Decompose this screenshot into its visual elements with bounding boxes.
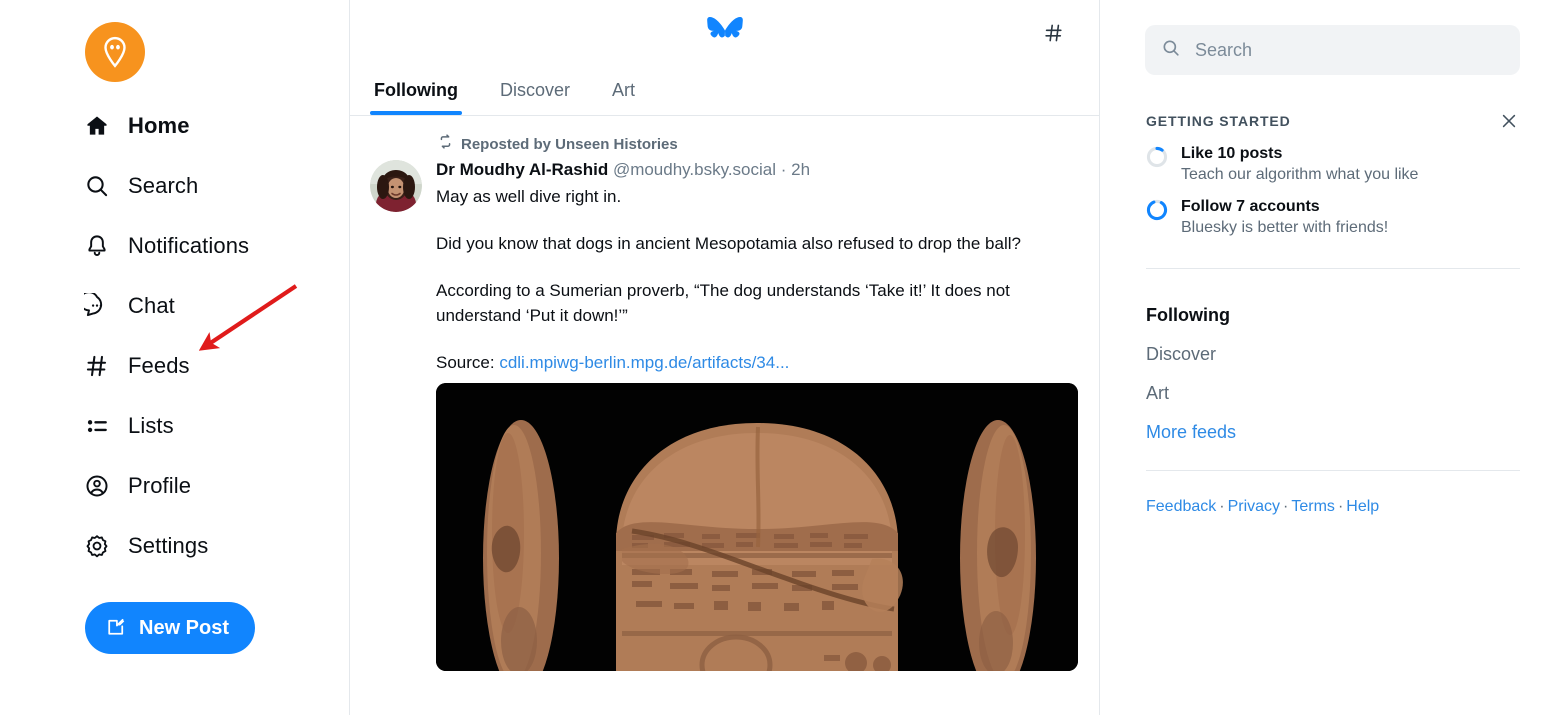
post-author-avatar[interactable] <box>370 160 422 212</box>
bluesky-butterfly-logo-icon <box>706 16 744 50</box>
sidebar-item-label: Feeds <box>128 353 190 378</box>
chat-bubble-icon <box>84 293 110 319</box>
getting-started-item-title: Follow 7 accounts <box>1181 198 1320 215</box>
tab-label: Following <box>374 80 458 100</box>
sidebar-item-label: Notifications <box>128 233 250 258</box>
source-label: Source: <box>436 353 495 372</box>
new-post-label: New Post <box>139 616 230 639</box>
source-link[interactable]: cdli.mpiwg-berlin.mpg.de/artifacts/34... <box>499 353 789 372</box>
post-main: Dr Moudhy Al-Rashid @moudhy.bsky.social … <box>370 158 1079 671</box>
new-post-button[interactable]: New Post <box>85 602 256 654</box>
footer-separator: · <box>1283 498 1289 515</box>
cuneiform-tablet-photo-icon <box>436 383 1078 671</box>
sidebar-item-chat[interactable]: Chat <box>84 282 334 330</box>
search-box[interactable] <box>1145 25 1520 75</box>
feeds-panel-item-art[interactable]: Art <box>1146 374 1520 413</box>
getting-started-item-text: Follow 7 accounts Bluesky is better with… <box>1181 196 1388 239</box>
gear-icon <box>84 533 110 559</box>
right-sidebar: GETTING STARTED <box>1100 0 1555 715</box>
home-icon <box>84 113 110 139</box>
sidebar-item-label: Home <box>128 113 190 138</box>
tab-label: Art <box>612 80 636 100</box>
sidebar-item-profile[interactable]: Profile <box>84 462 334 510</box>
getting-started-item-text: Like 10 posts Teach our algorithm what y… <box>1181 143 1418 186</box>
sidebar-item-home[interactable]: Home <box>84 102 334 150</box>
user-circle-icon <box>84 473 110 499</box>
sidebar-item-notifications[interactable]: Notifications <box>84 222 334 270</box>
post-body: Dr Moudhy Al-Rashid @moudhy.bsky.social … <box>436 158 1079 671</box>
feeds-panel-item-following[interactable]: Following <box>1146 296 1520 335</box>
tab-following[interactable]: Following <box>370 80 462 115</box>
sidebar-item-label: Lists <box>128 413 174 438</box>
progress-ring-icon <box>1146 146 1168 168</box>
getting-started-header: GETTING STARTED <box>1146 110 1520 132</box>
footer-separator: · <box>1337 498 1344 515</box>
footer-links: Feedback · Privacy · Terms · Help <box>1146 498 1379 516</box>
tab-discover[interactable]: Discover <box>496 80 574 115</box>
progress-ring-icon <box>1146 199 1168 221</box>
divider <box>1146 268 1520 269</box>
compose-icon <box>105 616 127 641</box>
author-display-name[interactable]: Dr Moudhy Al-Rashid <box>436 160 608 179</box>
footer-link-help[interactable]: Help <box>1346 498 1379 515</box>
search-icon <box>1161 38 1181 63</box>
sidebar-item-label: Settings <box>128 533 209 558</box>
sidebar-item-label: Profile <box>128 473 192 498</box>
getting-started-title: GETTING STARTED <box>1146 113 1291 129</box>
footer-separator: · <box>1219 498 1225 515</box>
post-image[interactable] <box>436 383 1078 671</box>
feed-header: Following Discover Art <box>350 0 1099 116</box>
post-byline: Dr Moudhy Al-Rashid @moudhy.bsky.social … <box>436 158 1079 182</box>
avatar[interactable] <box>85 22 145 82</box>
feed-column: Following Discover Art Reposted by Unsee… <box>350 0 1100 715</box>
sidebar-item-search[interactable]: Search <box>84 162 334 210</box>
feeds-panel-item-discover[interactable]: Discover <box>1146 335 1520 374</box>
sidebar-nav: Home Search Notifications Chat Feeds Lis… <box>84 102 334 582</box>
post-lead-line: May as well dive right in. <box>436 187 622 206</box>
list-icon <box>84 413 110 439</box>
post-source-line: Source: cdli.mpiwg-berlin.mpg.de/artifac… <box>436 350 1079 375</box>
feeds-panel: Following Discover Art More feeds <box>1146 296 1520 452</box>
post[interactable]: Reposted by Unseen Histories Dr Moudhy A… <box>350 116 1099 671</box>
tab-art[interactable]: Art <box>608 80 639 115</box>
sidebar-item-label: Search <box>128 173 199 198</box>
repost-banner[interactable]: Reposted by Unseen Histories <box>438 134 1079 154</box>
repost-icon <box>438 134 453 154</box>
footer-link-privacy[interactable]: Privacy <box>1228 498 1280 515</box>
sidebar-item-lists[interactable]: Lists <box>84 402 334 450</box>
bell-icon <box>84 233 110 259</box>
sidebar-item-label: Chat <box>128 293 175 318</box>
footer-link-terms[interactable]: Terms <box>1291 498 1335 515</box>
feeds-panel-item-more-feeds[interactable]: More feeds <box>1146 413 1520 452</box>
byline-separator: · <box>780 160 787 179</box>
app-root: Home Search Notifications Chat Feeds Lis… <box>0 0 1555 715</box>
hash-icon <box>84 353 110 379</box>
getting-started-item[interactable]: Follow 7 accounts Bluesky is better with… <box>1146 196 1526 239</box>
getting-started-item-title: Like 10 posts <box>1181 145 1283 162</box>
post-paragraph: Did you know that dogs in ancient Mesopo… <box>436 234 1021 253</box>
user-photo-avatar-icon <box>370 160 422 212</box>
close-icon[interactable] <box>1498 110 1520 132</box>
getting-started-item[interactable]: Like 10 posts Teach our algorithm what y… <box>1146 143 1526 186</box>
sidebar-item-settings[interactable]: Settings <box>84 522 334 570</box>
post-timestamp: 2h <box>791 160 811 179</box>
alien-pin-avatar-icon <box>104 36 126 68</box>
search-icon <box>84 173 110 199</box>
repost-label: Reposted by Unseen Histories <box>461 135 678 153</box>
sidebar-item-feeds[interactable]: Feeds <box>84 342 334 390</box>
post-paragraph: According to a Sumerian proverb, “The do… <box>436 281 1010 325</box>
left-sidebar: Home Search Notifications Chat Feeds Lis… <box>0 0 350 715</box>
feed-tabs: Following Discover Art <box>370 80 639 115</box>
tab-label: Discover <box>499 80 570 100</box>
author-handle[interactable]: @moudhy.bsky.social <box>613 160 776 179</box>
divider <box>1146 470 1520 471</box>
post-text: May as well dive right in. Did you know … <box>436 184 1079 375</box>
footer-link-feedback[interactable]: Feedback <box>1146 498 1216 515</box>
feeds-hash-button[interactable] <box>1039 18 1069 48</box>
getting-started-item-subtitle: Teach our algorithm what you like <box>1181 166 1419 183</box>
getting-started-item-subtitle: Bluesky is better with friends! <box>1181 219 1389 236</box>
search-input[interactable] <box>1193 38 1504 62</box>
getting-started-list: Like 10 posts Teach our algorithm what y… <box>1146 143 1526 249</box>
